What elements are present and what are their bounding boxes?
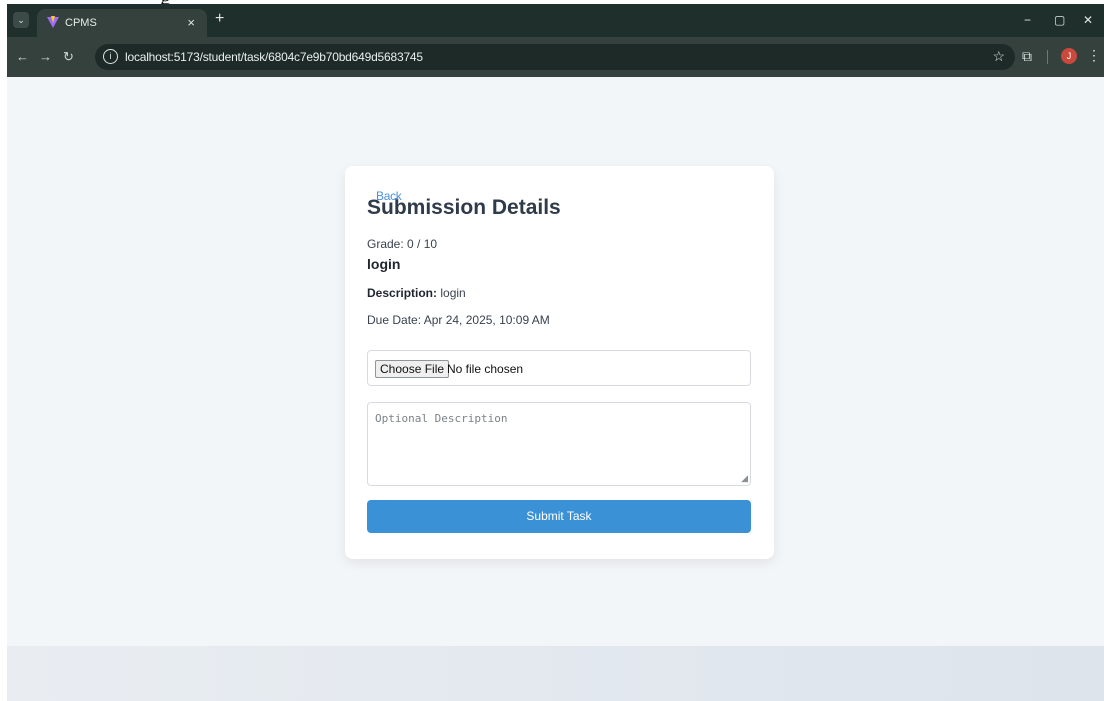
tab-cpms[interactable]: CPMS ×: [37, 9, 207, 37]
tab-close-icon[interactable]: ×: [187, 15, 195, 30]
star-icon[interactable]: ☆: [992, 48, 1005, 65]
page-content: Submission Details Back Grade: 0 / 10 lo…: [7, 77, 1104, 701]
description-value: login: [440, 286, 466, 300]
minimize-button[interactable]: −: [1024, 13, 1031, 27]
back-arrow-icon[interactable]: ←: [16, 49, 29, 64]
submission-card: Submission Details Back Grade: 0 / 10 lo…: [345, 166, 774, 559]
extensions-icon[interactable]: ⧉: [1022, 48, 1032, 65]
back-link[interactable]: Back: [376, 189, 402, 203]
tab-title: CPMS: [65, 17, 97, 29]
info-icon[interactable]: i: [103, 49, 118, 64]
due-date-text: Due Date: Apr 24, 2025, 10:09 AM: [367, 313, 550, 327]
file-input[interactable]: Choose File No file chosen: [367, 350, 751, 386]
file-status: No file chosen: [447, 362, 524, 376]
vite-logo-icon: [47, 16, 59, 28]
textarea-placeholder: Optional Description: [375, 412, 508, 425]
toolbar-divider: [1047, 50, 1048, 64]
resize-handle-icon[interactable]: ◢: [741, 473, 748, 484]
browser-window: ⌄ CPMS × + − ▢ ✕ ← → ↻ i localhost:5173/…: [7, 4, 1104, 701]
tab-strip: ⌄ CPMS × + − ▢ ✕: [7, 4, 1104, 37]
menu-dots-icon[interactable]: ⋮: [1087, 47, 1101, 64]
choose-file-button[interactable]: Choose File: [375, 360, 450, 378]
forward-arrow-icon[interactable]: →: [39, 49, 52, 64]
url-text: localhost:5173/student/task/6804c7e9b70b…: [125, 50, 423, 64]
browser-toolbar: ← → ↻ i localhost:5173/student/task/6804…: [7, 37, 1104, 77]
new-tab-button[interactable]: +: [215, 10, 224, 28]
description-textarea[interactable]: Optional Description ◢: [367, 402, 751, 486]
grade-text: Grade: 0 / 10: [367, 237, 438, 251]
dropdown-icon[interactable]: ⌄: [13, 12, 29, 28]
description-text: Description: login: [367, 286, 466, 300]
task-title: login: [367, 256, 401, 272]
address-bar[interactable]: i localhost:5173/student/task/6804c7e9b7…: [95, 44, 1015, 70]
footer-band: [7, 646, 1104, 701]
reload-icon[interactable]: ↻: [63, 49, 74, 65]
close-window-button[interactable]: ✕: [1083, 13, 1093, 27]
restore-button[interactable]: ▢: [1054, 13, 1065, 27]
avatar[interactable]: J: [1061, 48, 1077, 64]
description-label: Description:: [367, 286, 438, 300]
submit-task-button[interactable]: Submit Task: [367, 500, 751, 533]
